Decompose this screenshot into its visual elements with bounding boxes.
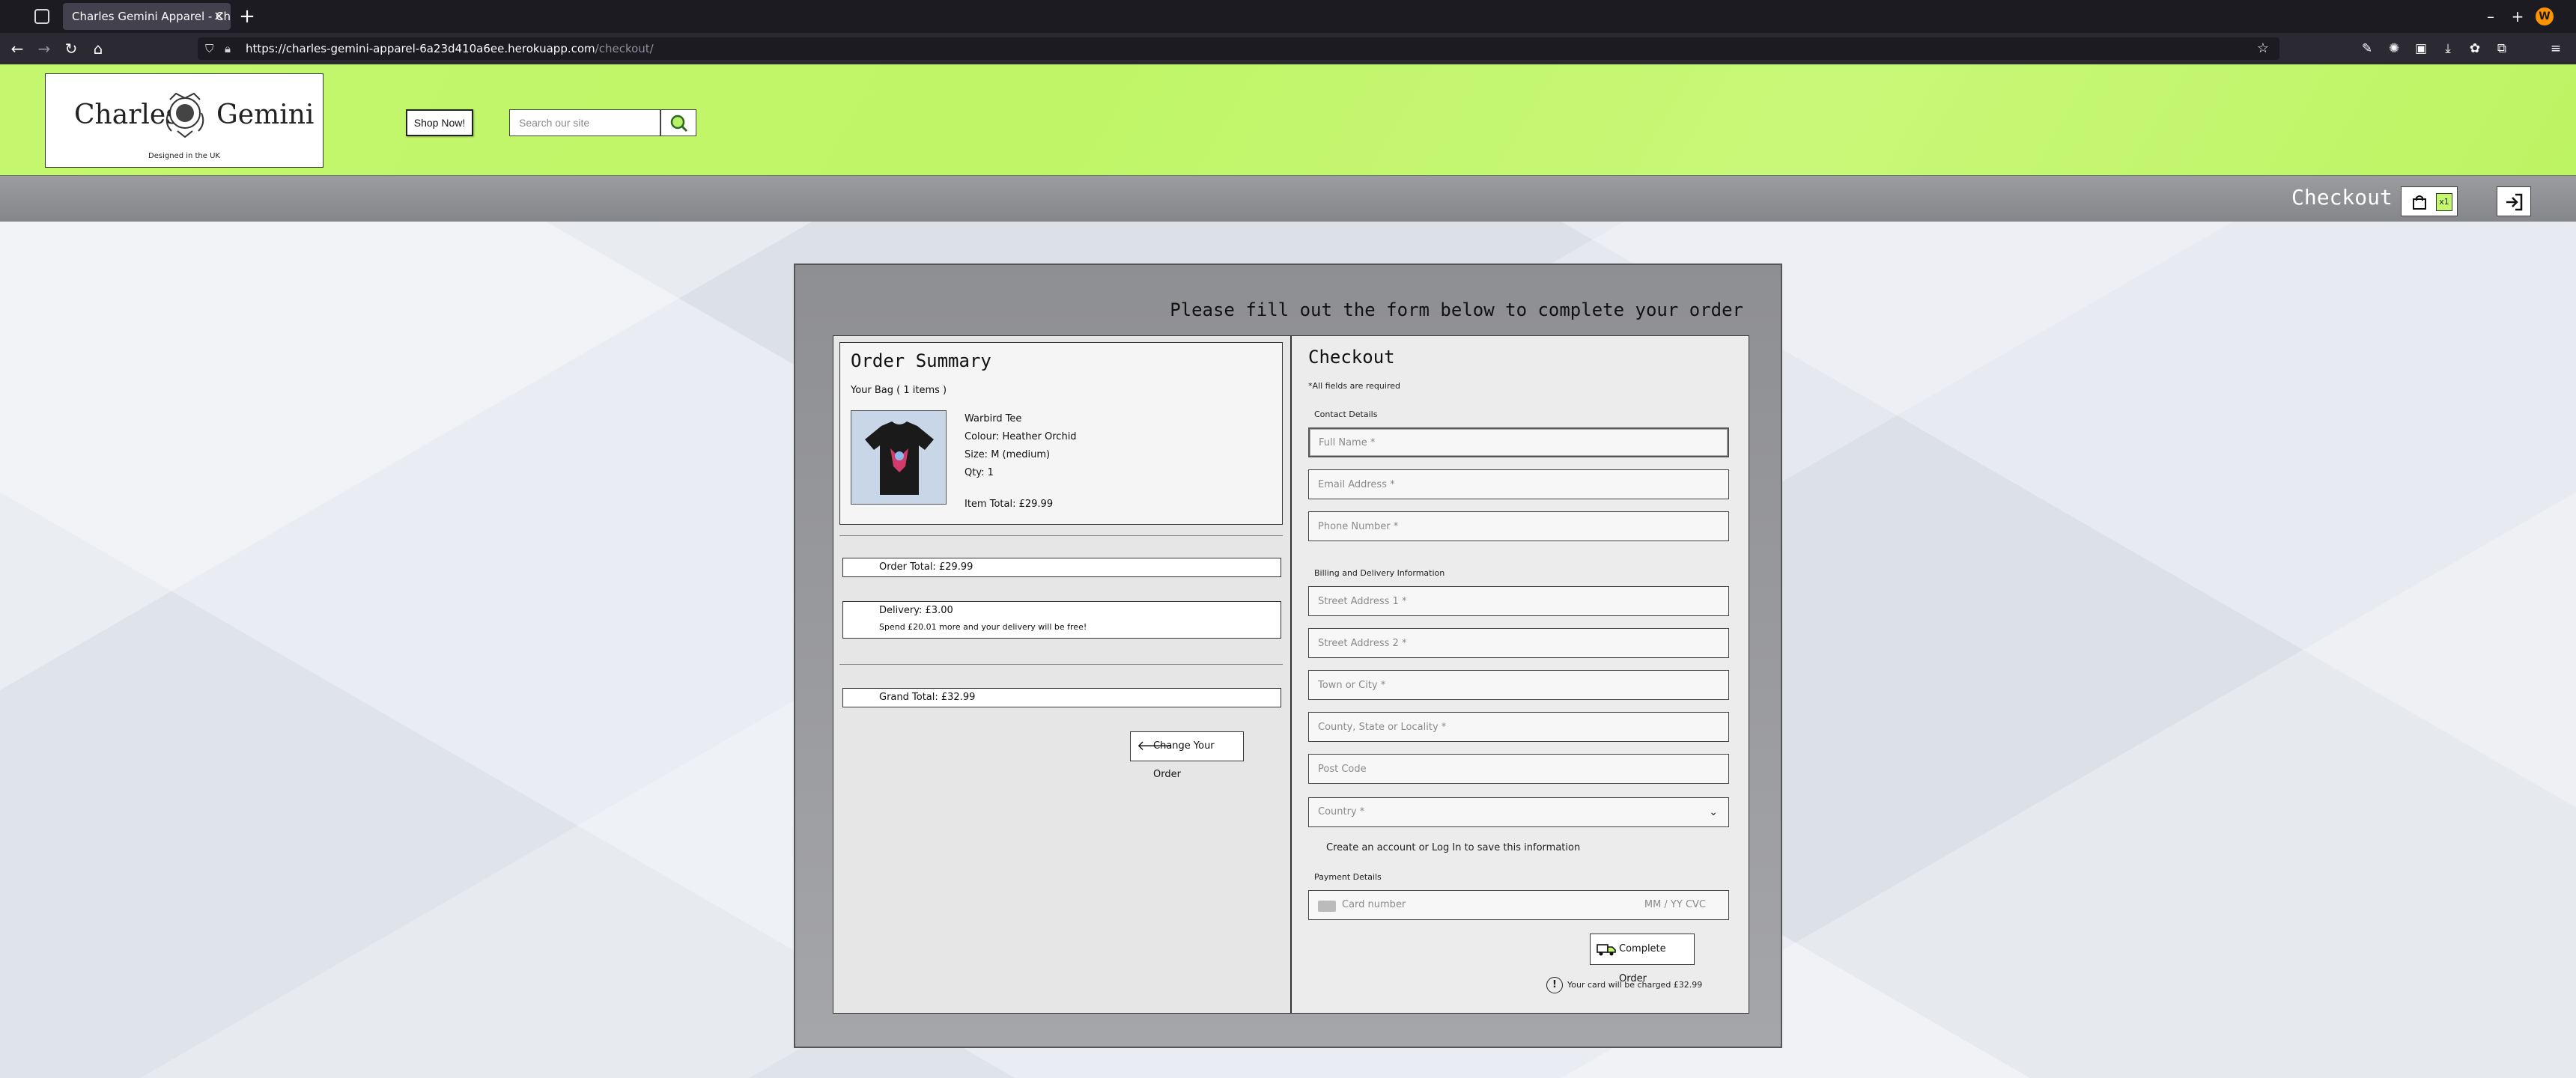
card-input[interactable]: Card number MM / YY CVC xyxy=(1308,890,1729,920)
card-expiry-cvc-placeholder: MM / YY CVC xyxy=(1644,899,1706,910)
page-title: Checkout xyxy=(2291,185,2393,210)
charge-note-text: Your card will be charged £32.99 xyxy=(1567,980,1703,990)
bookmark-star-icon[interactable]: ☆ xyxy=(2257,37,2269,60)
product-colour: Colour: Heather Orchid xyxy=(965,431,1077,442)
item-total: Item Total: £29.99 xyxy=(965,499,1054,510)
product-qty: Qty: 1 xyxy=(965,467,994,478)
summary-divider xyxy=(839,664,1283,665)
product-size: Size: M (medium) xyxy=(965,449,1051,460)
county-field[interactable] xyxy=(1308,712,1729,742)
back-icon[interactable]: ← xyxy=(6,37,28,60)
required-note: *All fields are required xyxy=(1308,381,1400,391)
grand-total: Grand Total: £32.99 xyxy=(879,692,976,703)
minimize-button[interactable]: – xyxy=(2476,4,2506,28)
browser-tab[interactable]: Charles Gemini Apparel - Check × xyxy=(63,3,231,30)
site-header: Charles Gemini Designed in the UK Shop N… xyxy=(0,64,2576,175)
chevron-down-icon: ⌄ xyxy=(1709,806,1718,818)
product-name: Warbird Tee xyxy=(965,413,1022,424)
order-summary-column: Order Summary Your Bag ( 1 items ) Warbi… xyxy=(833,335,1291,1014)
search-icon xyxy=(670,115,688,133)
country-select[interactable]: Country * ⌄ xyxy=(1308,797,1729,827)
phone-field[interactable] xyxy=(1308,511,1729,541)
addon-icon[interactable]: ✿ xyxy=(2464,37,2486,60)
menu-icon[interactable]: ≡ xyxy=(2545,37,2567,60)
sub-header-bar: Checkout x1 xyxy=(0,175,2576,222)
brand-tagline: Designed in the UK xyxy=(148,152,220,160)
shopping-bag-button[interactable]: x1 xyxy=(2401,186,2458,216)
bag-items-count: Your Bag ( 1 items ) xyxy=(851,385,947,396)
street-address-2-field[interactable] xyxy=(1308,628,1729,658)
delivery-note: Spend £20.01 more and your delivery will… xyxy=(879,622,1087,632)
home-icon[interactable]: ⌂ xyxy=(87,37,109,60)
checkout-form-column: Checkout *All fields are required Contac… xyxy=(1291,335,1749,1014)
shop-now-button[interactable]: Shop Now! xyxy=(406,109,473,136)
checkout-instruction: Please fill out the form below to comple… xyxy=(1170,299,1743,320)
screenshot-icon[interactable]: ▣ xyxy=(2410,37,2432,60)
tshirt-icon xyxy=(865,421,934,495)
credit-card-icon xyxy=(1318,901,1336,912)
country-select-value: Country * xyxy=(1318,806,1365,817)
summary-divider xyxy=(839,535,1283,536)
card-number-placeholder: Card number xyxy=(1342,899,1406,910)
extension-icon[interactable]: ✺ xyxy=(2383,37,2405,60)
delivery-truck-icon xyxy=(1597,944,1616,956)
checkout-title: Checkout xyxy=(1308,347,1395,368)
contact-details-heading: Contact Details xyxy=(1314,409,1378,419)
login-icon xyxy=(2506,193,2523,211)
account-note[interactable]: Create an account or Log In to save this… xyxy=(1326,842,1580,853)
email-field[interactable] xyxy=(1308,469,1729,499)
tab-close-icon[interactable]: × xyxy=(213,3,225,30)
shopping-bag-icon xyxy=(2413,195,2426,210)
forward-icon[interactable]: → xyxy=(33,37,55,60)
street-address-1-field[interactable] xyxy=(1308,586,1729,616)
crest-icon xyxy=(165,92,204,138)
order-summary-box: Order Summary Your Bag ( 1 items ) Warbi… xyxy=(839,342,1283,525)
delivery-box: Delivery: £3.00 Spend £20.01 more and yo… xyxy=(842,601,1281,639)
tab-title: Charles Gemini Apparel - Check xyxy=(72,10,231,23)
new-tab-button[interactable]: + xyxy=(238,3,256,30)
browser-tab-bar: Charles Gemini Apparel - Check × + – + W xyxy=(0,0,2576,33)
tab-list-icon[interactable] xyxy=(34,9,49,24)
warning-icon: ! xyxy=(1546,977,1563,993)
complete-order-button[interactable]: Complete Order xyxy=(1590,934,1695,984)
charge-note: ! Your card will be charged £32.99 xyxy=(1546,977,1702,993)
browser-nav-bar: ← → ↻ ⌂ ⛉ 🔒︎ https://charles-gemini-appa… xyxy=(0,33,2576,64)
full-name-field[interactable] xyxy=(1308,427,1729,457)
tools-icon[interactable]: ✎ xyxy=(2356,37,2378,60)
grand-total-box: Grand Total: £32.99 xyxy=(842,688,1281,707)
downloads-icon[interactable]: ⤓ xyxy=(2437,37,2459,60)
postcode-field[interactable] xyxy=(1308,754,1729,784)
town-field[interactable] xyxy=(1308,670,1729,700)
order-total: Order Total: £29.99 xyxy=(879,561,973,573)
reload-icon[interactable]: ↻ xyxy=(60,37,82,60)
order-summary-title: Order Summary xyxy=(851,350,991,371)
billing-heading: Billing and Delivery Information xyxy=(1314,568,1445,578)
checkout-card: Please fill out the form below to comple… xyxy=(794,264,1782,1048)
shield-icon[interactable]: ⛉ xyxy=(205,37,213,60)
arrow-left-icon: 🡐 xyxy=(1137,738,1173,754)
url-bar[interactable]: ⛉ 🔒︎ https://charles-gemini-apparel-6a23… xyxy=(198,37,2279,60)
search-button[interactable] xyxy=(660,109,696,136)
brand-name-right: Gemini xyxy=(216,100,315,130)
payment-heading: Payment Details xyxy=(1314,872,1382,882)
bag-count-badge: x1 xyxy=(2436,193,2452,211)
search-input[interactable] xyxy=(509,109,660,136)
product-image[interactable] xyxy=(851,410,947,505)
change-order-button[interactable]: 🡐 Change Your Order xyxy=(1130,731,1244,780)
extensions-puzzle-icon[interactable]: ⧉ xyxy=(2491,37,2513,60)
url-text: https://charles-gemini-apparel-6a23d410a… xyxy=(246,42,654,55)
site-logo[interactable]: Charles Gemini Designed in the UK xyxy=(45,73,323,168)
lock-icon[interactable]: 🔒︎ xyxy=(225,37,231,60)
maximize-button[interactable]: + xyxy=(2503,4,2533,28)
login-button[interactable] xyxy=(2497,186,2531,216)
profile-avatar-icon[interactable]: W xyxy=(2536,7,2554,25)
delivery-cost: Delivery: £3.00 xyxy=(879,605,953,616)
order-total-box: Order Total: £29.99 xyxy=(842,558,1281,577)
